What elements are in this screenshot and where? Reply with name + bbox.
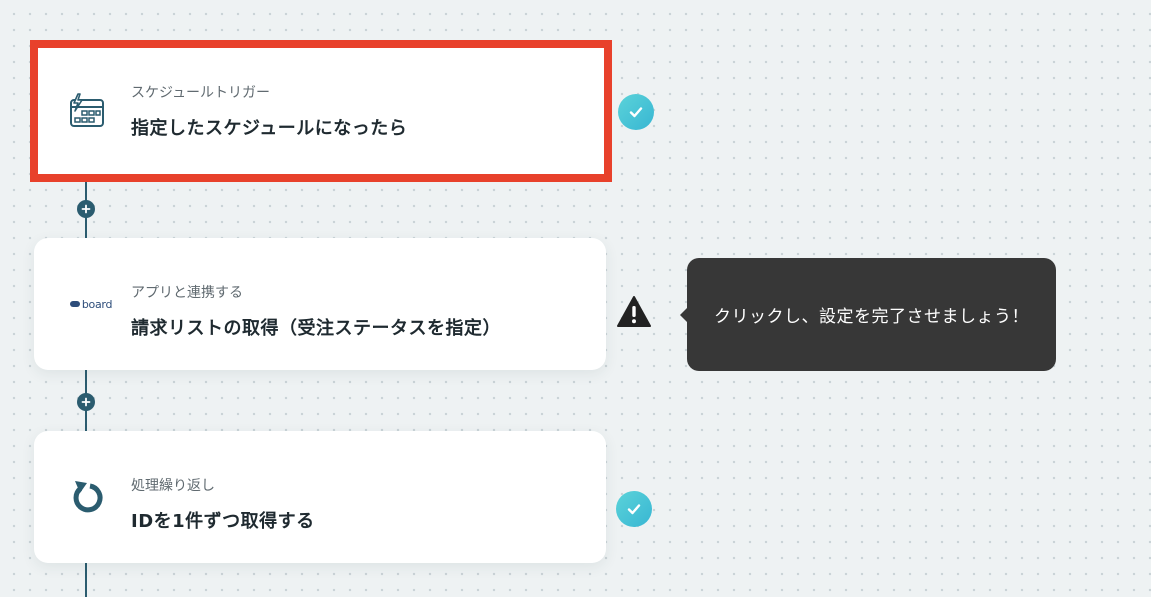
step-title: 請求リストの取得（受注ステータスを指定） <box>131 318 501 339</box>
step-complete-badge <box>616 491 652 527</box>
check-icon <box>629 107 643 118</box>
step-warning-badge[interactable] <box>616 294 652 330</box>
schedule-trigger-icon <box>64 89 108 133</box>
step-subtitle: スケジュールトリガー <box>131 85 271 101</box>
flow-connector <box>85 563 87 597</box>
step-title: 指定したスケジュールになったら <box>131 118 408 139</box>
board-logo-text: board <box>81 297 113 311</box>
board-app-logo: board <box>66 282 116 326</box>
add-step-button[interactable] <box>77 393 95 411</box>
setup-tooltip: クリックし、設定を完了させましょう！ <box>680 258 1056 371</box>
flow-step-schedule-trigger[interactable]: スケジュールトリガー 指定したスケジュールになったら <box>30 40 612 182</box>
step-subtitle: アプリと連携する <box>131 285 243 301</box>
flow-step-loop[interactable]: 処理繰り返し IDを1件ずつ取得する <box>34 431 606 563</box>
step-title: IDを1件ずつ取得する <box>131 511 315 532</box>
check-icon <box>627 504 641 515</box>
step-complete-badge <box>618 94 654 130</box>
flow-step-board-app[interactable]: board アプリと連携する 請求リストの取得（受注ステータスを指定） <box>34 238 606 370</box>
plus-icon <box>81 204 91 214</box>
warning-icon <box>617 296 651 327</box>
plus-icon <box>81 397 91 407</box>
step-subtitle: 処理繰り返し <box>131 478 215 494</box>
loop-icon <box>64 475 108 519</box>
tooltip-text: クリックし、設定を完了させましょう！ <box>714 307 1029 327</box>
add-step-button[interactable] <box>77 200 95 218</box>
